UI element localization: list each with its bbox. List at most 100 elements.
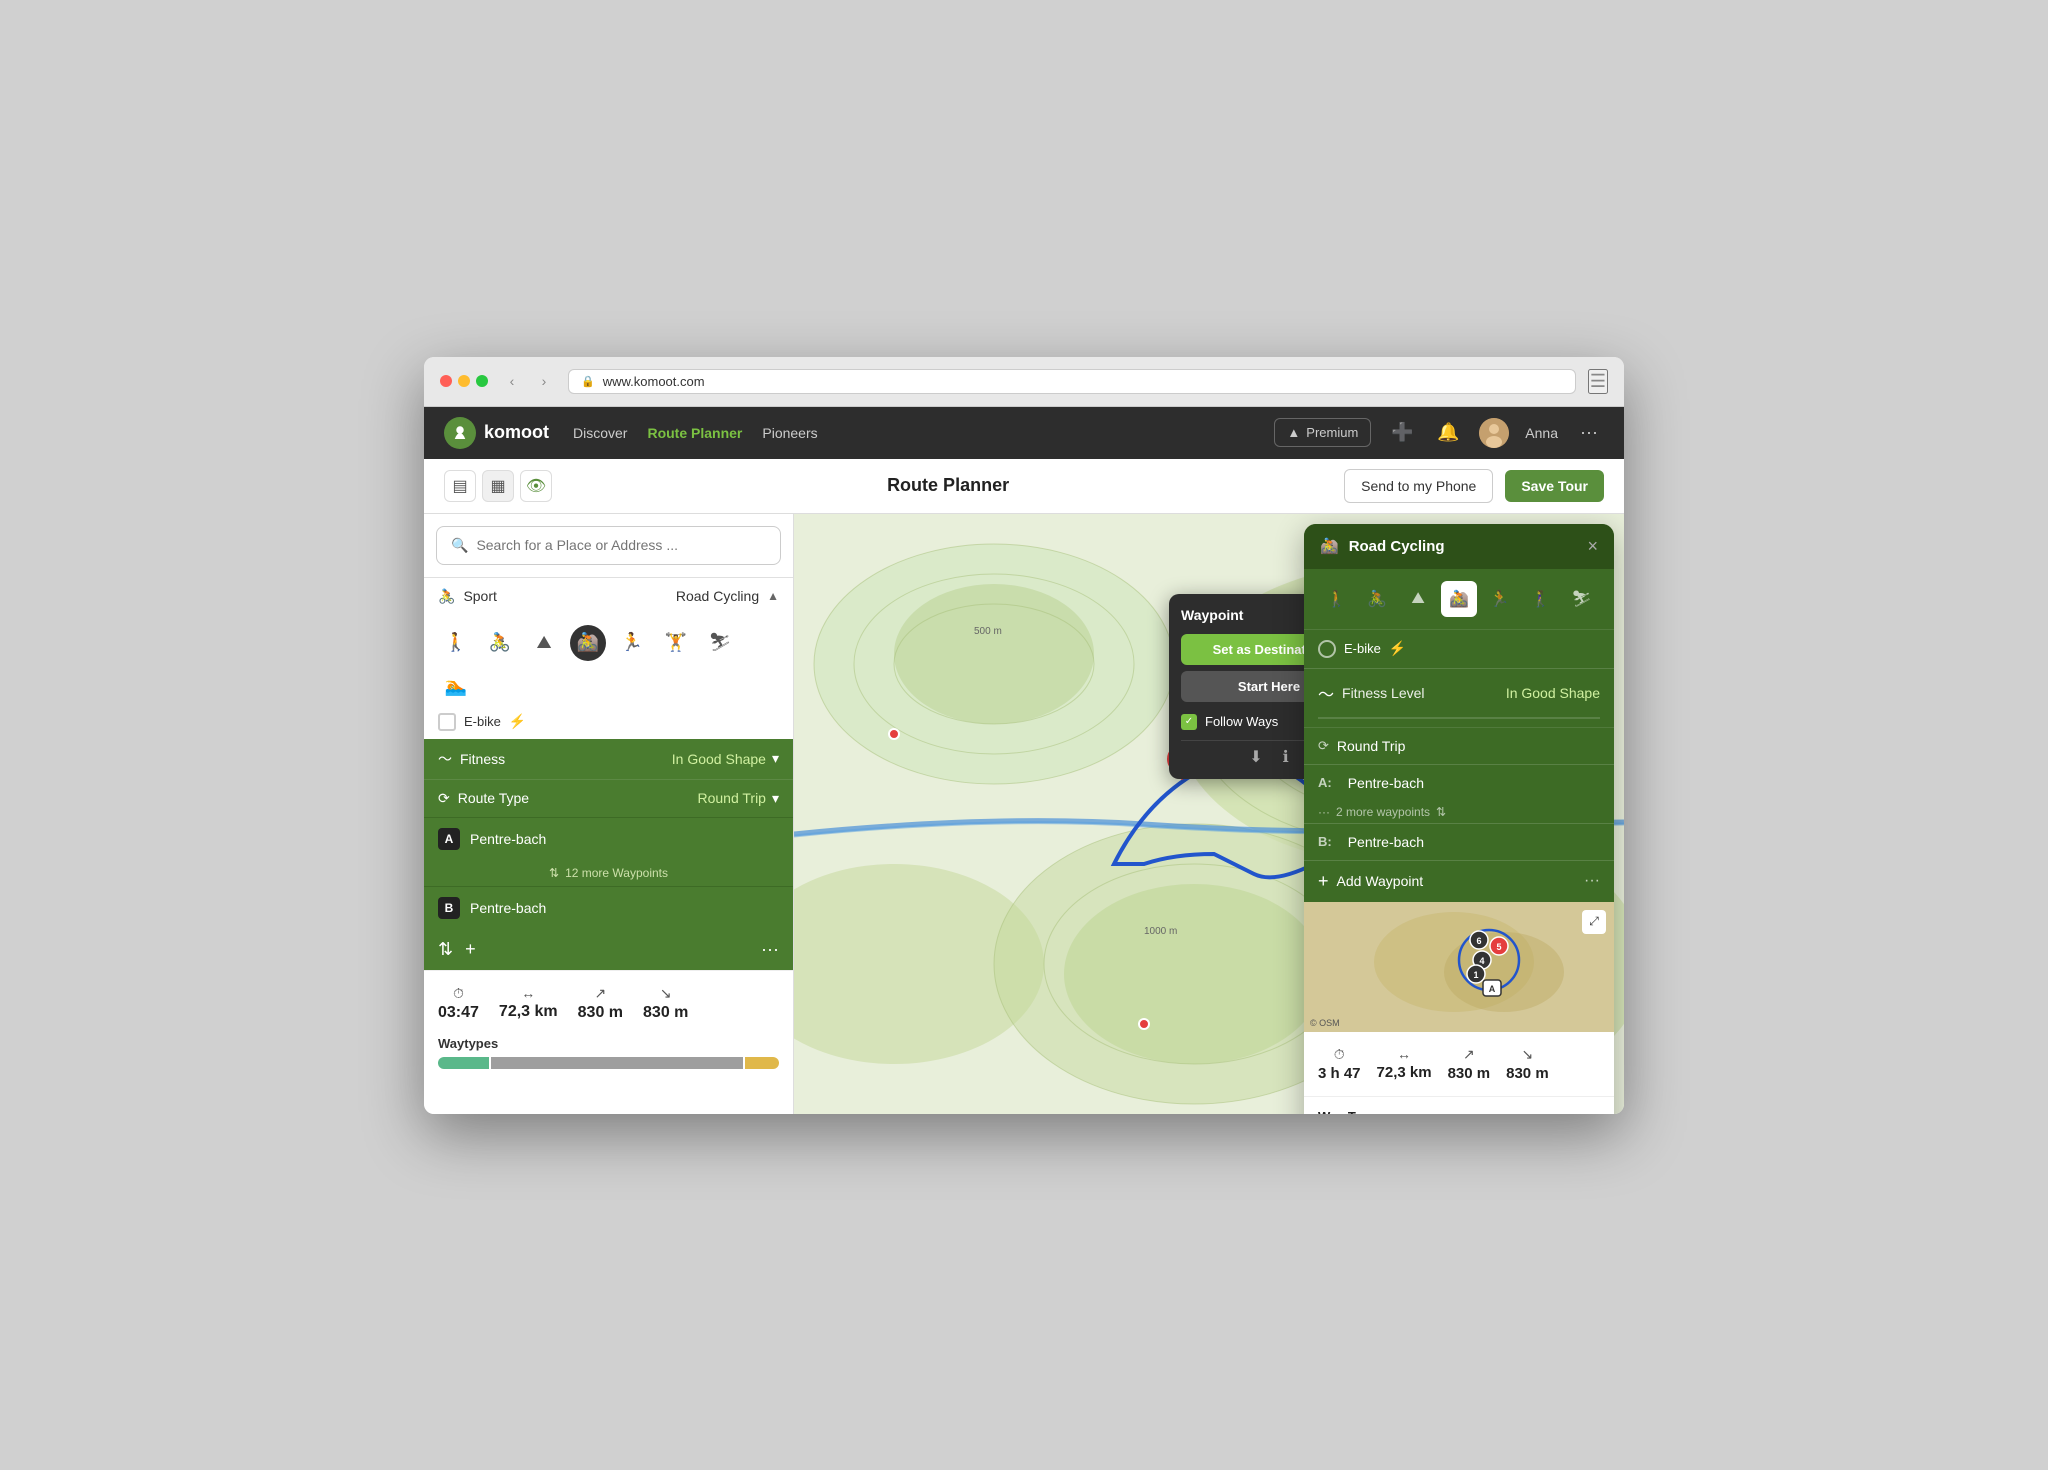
user-name: Anna [1525, 425, 1558, 441]
close-dot[interactable] [440, 375, 452, 387]
back-button[interactable]: ‹ [500, 369, 524, 393]
view-buttons: ▤ ▦ 👁 [444, 470, 552, 502]
svg-text:5: 5 [1496, 942, 1501, 952]
waypoint-a-name: Pentre-bach [470, 831, 546, 847]
search-input[interactable] [476, 537, 766, 553]
panel-sport-hiking[interactable]: 🚶 [1318, 581, 1355, 617]
descent-icon: ↘ [660, 985, 672, 1002]
nav-route-planner[interactable]: Route Planner [647, 425, 742, 441]
panel-fitness-row[interactable]: 〜 Fitness Level In Good Shape [1304, 668, 1614, 717]
forward-button[interactable]: › [532, 369, 556, 393]
panel-header: 🚵 Road Cycling × [1304, 524, 1614, 569]
ebike-row: E-bike ⚡ [424, 705, 793, 739]
sport-road-cycling-button[interactable]: 🚵 [570, 625, 606, 661]
sport-hiking-button[interactable]: 🚶 [438, 625, 474, 661]
premium-button[interactable]: ▲ Premium [1274, 418, 1371, 447]
add-waypoint-label: Add Waypoint [1337, 873, 1424, 889]
sort-button[interactable]: ⇅ [438, 939, 453, 960]
sport-ski-button[interactable]: ⛷ [702, 625, 738, 661]
more-button[interactable]: ··· [1574, 418, 1604, 448]
url-bar[interactable]: 🔒 www.komoot.com [568, 369, 1576, 394]
premium-icon: ▲ [1287, 425, 1300, 440]
panel-sport-walk[interactable]: 🚶‍♀️ [1522, 581, 1559, 617]
waytypes-bar [438, 1057, 779, 1069]
panel-waytypes-section: Way Types Singletrack: 4,69 km [1304, 1096, 1614, 1114]
sport-label: Sport [463, 588, 496, 604]
view-list-button[interactable]: ▤ [444, 470, 476, 502]
panel-ascent-stat: ↗ 830 m [1448, 1046, 1491, 1082]
panel-sport-road[interactable]: 🚵 [1441, 581, 1478, 617]
ascent-icon: ↗ [594, 985, 606, 1002]
panel-distance-value: 72,3 km [1377, 1064, 1432, 1081]
sport-swim-button[interactable]: 🏊 [438, 669, 474, 705]
browser-menu-button[interactable]: ☰ [1588, 369, 1608, 394]
panel-round-trip-icon: ⟳ [1318, 738, 1329, 754]
svg-text:A: A [1489, 984, 1496, 994]
panel-waytypes-label: Way Types [1318, 1109, 1600, 1114]
view-map-button[interactable]: ▦ [482, 470, 514, 502]
avatar[interactable] [1479, 418, 1509, 448]
panel-more-waypoints[interactable]: ··· 2 more waypoints ⇅ [1304, 801, 1614, 823]
mini-map-expand-button[interactable]: ⤢ [1582, 910, 1606, 934]
search-box[interactable]: 🔍 [436, 526, 781, 565]
add-waypoint-more-button[interactable]: ··· [1584, 872, 1600, 890]
waypoint-b-name: Pentre-bach [470, 900, 546, 916]
add-button[interactable]: ➕ [1387, 418, 1417, 448]
nav-pioneers[interactable]: Pioneers [762, 425, 817, 441]
dots-icon: ··· [1318, 805, 1330, 819]
panel-sport-mtb[interactable]: ⛰ [1400, 581, 1437, 617]
page-title: Route Planner [564, 475, 1332, 496]
route-type-section[interactable]: ⟳ Route Type Round Trip ▾ [424, 779, 793, 817]
panel-distance-stat: ↔ 72,3 km [1377, 1046, 1432, 1081]
map-area[interactable]: 500 m 1000 m 1000 m 🚴 Waypoint [794, 514, 1624, 1114]
panel-time-value: 3 h 47 [1318, 1065, 1361, 1082]
sport-fitness-button[interactable]: 🏋 [658, 625, 694, 661]
add-waypoint-button[interactable]: + [465, 939, 476, 960]
route-icon: ⟳ [438, 790, 450, 807]
nav-discover[interactable]: Discover [573, 425, 627, 441]
osm-attribution: © OSM [1310, 1018, 1340, 1028]
panel-close-button[interactable]: × [1587, 536, 1598, 557]
save-tour-button[interactable]: Save Tour [1505, 470, 1604, 502]
stats-row: ⏱ 03:47 ↔ 72,3 km ↗ 830 m ↘ 830 m [424, 970, 793, 1036]
panel-sport-ski[interactable]: ⛷ [1563, 581, 1600, 617]
fitness-icon: 〜 [438, 749, 452, 769]
sport-running-button[interactable]: 🏃 [614, 625, 650, 661]
panel-sport-icons: 🚶 🚴 ⛰ 🚵 🏃 🚶‍♀️ ⛷ [1304, 569, 1614, 629]
sidebar-footer: ⇅ + ··· [424, 929, 793, 970]
waytypes-section: Waytypes [424, 1036, 793, 1083]
follow-ways-checkbox[interactable]: ✓ [1181, 714, 1197, 730]
panel-divider [1318, 717, 1600, 719]
sport-icon: 🚴 [438, 588, 455, 605]
panel-fitness-icon: 〜 [1318, 681, 1334, 705]
panel-ascent-icon: ↗ [1463, 1046, 1475, 1063]
sport-cycling-button[interactable]: 🚴 [482, 625, 518, 661]
panel-distance-icon: ↔ [1397, 1046, 1411, 1062]
panel-sport-cycling[interactable]: 🚴 [1359, 581, 1396, 617]
view-3d-button[interactable]: 👁 [520, 470, 552, 502]
add-waypoint-row[interactable]: + Add Waypoint ··· [1304, 860, 1614, 902]
logo-text: komoot [484, 422, 549, 443]
ebike-label: E-bike [464, 714, 501, 729]
send-to-phone-button[interactable]: Send to my Phone [1344, 469, 1493, 503]
popup-title-text: Waypoint [1181, 607, 1243, 623]
more-options-button[interactable]: ··· [761, 939, 779, 960]
svg-text:1000 m: 1000 m [1144, 926, 1177, 937]
panel-sport-run[interactable]: 🏃 [1481, 581, 1518, 617]
fitness-section[interactable]: 〜 Fitness In Good Shape ▾ [424, 739, 793, 779]
browser-window: ‹ › 🔒 www.komoot.com ☰ komoot Discover R… [424, 357, 1624, 1114]
panel-header-left: 🚵 Road Cycling [1320, 537, 1445, 555]
notification-button[interactable]: 🔔 [1433, 418, 1463, 448]
ebike-checkbox[interactable] [438, 713, 456, 731]
more-waypoints-row[interactable]: ⇅ 12 more Waypoints [424, 860, 793, 886]
panel-stats: ⏱ 3 h 47 ↔ 72,3 km ↗ 830 m ↘ 830 m [1304, 1032, 1614, 1096]
fitness-value: In Good Shape [672, 751, 766, 767]
panel-ebike-radio[interactable] [1318, 640, 1336, 658]
popup-info-icon[interactable]: ℹ [1283, 747, 1289, 767]
maximize-dot[interactable] [476, 375, 488, 387]
panel-waypoint-b-name: Pentre-bach [1348, 834, 1424, 850]
minimize-dot[interactable] [458, 375, 470, 387]
svg-text:4: 4 [1479, 956, 1484, 966]
popup-download-icon[interactable]: ⬇ [1249, 747, 1262, 767]
sport-mountain-button[interactable]: ⛰ [526, 625, 562, 661]
